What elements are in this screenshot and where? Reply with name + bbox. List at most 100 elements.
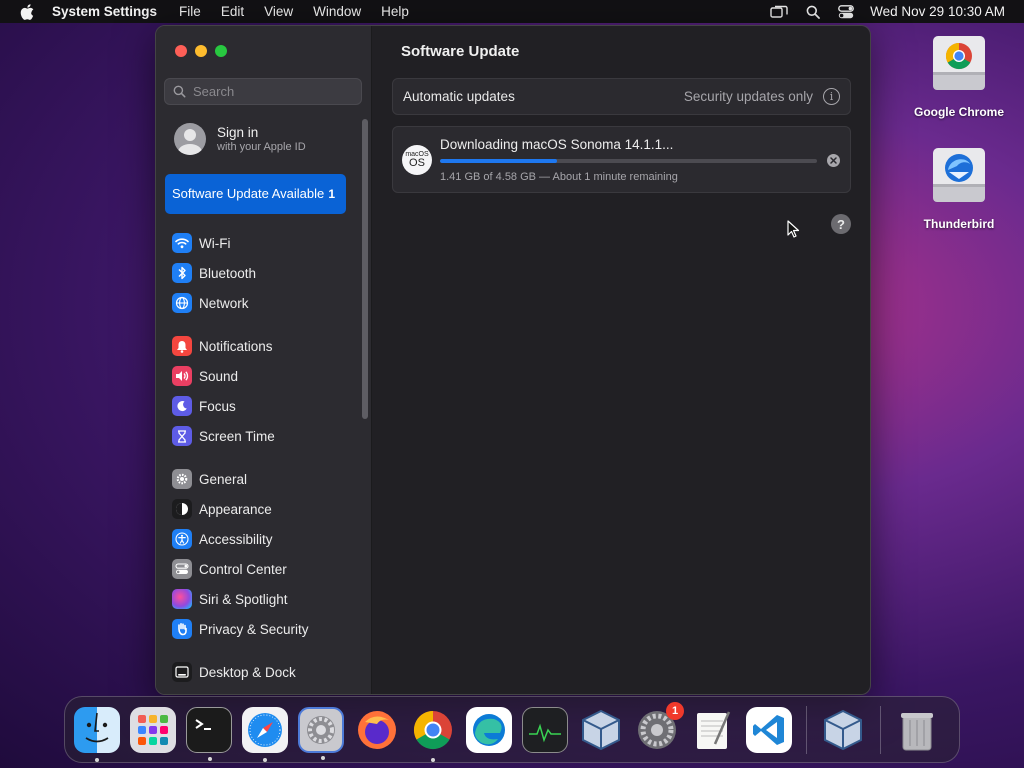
appearance-icon — [172, 499, 192, 519]
running-indicator — [431, 757, 435, 762]
sidebar-item-siri-spotlight[interactable]: Siri & Spotlight — [172, 584, 309, 614]
sidebar-item-wifi[interactable]: Wi-Fi — [172, 228, 256, 258]
spotlight-search-icon[interactable] — [806, 5, 821, 19]
minimize-window-button[interactable] — [195, 45, 207, 57]
apple-logo-icon[interactable] — [20, 3, 34, 20]
sidebar-item-notifications[interactable]: Notifications — [172, 331, 275, 361]
download-title: Downloading macOS Sonoma 14.1.1... — [440, 137, 674, 152]
running-indicator — [95, 757, 99, 762]
menubar-app-name[interactable]: System Settings — [52, 4, 157, 19]
dock-recent-virtualbox[interactable] — [820, 707, 866, 753]
zoom-window-button[interactable] — [215, 45, 227, 57]
dock-launchpad[interactable] — [130, 706, 176, 753]
sidebar-item-label: Privacy & Security — [199, 621, 309, 637]
desktop-icon-google-chrome[interactable]: Google Chrome — [909, 34, 1009, 119]
dock-textedit[interactable] — [690, 707, 736, 753]
desktop-icon-thunderbird[interactable]: Thunderbird — [909, 146, 1009, 231]
sidebar-item-label: Software Update Available — [172, 186, 325, 201]
textedit-icon — [697, 710, 731, 749]
sidebar-item-privacy-security[interactable]: Privacy & Security — [172, 614, 309, 644]
edge-icon — [473, 713, 505, 746]
sidebar-item-label: Focus — [199, 398, 236, 414]
control-center-icon — [172, 559, 192, 579]
window-controls — [175, 45, 227, 57]
dock-separator — [806, 705, 807, 754]
sidebar-scrollbar[interactable] — [362, 119, 368, 419]
sidebar-item-label: Desktop & Dock — [199, 664, 296, 680]
sidebar-search[interactable] — [164, 78, 362, 105]
menu-view[interactable]: View — [264, 4, 293, 19]
dock-edge[interactable] — [466, 706, 512, 753]
vscode-icon — [753, 714, 784, 745]
menu-help[interactable]: Help — [381, 4, 409, 19]
search-input[interactable] — [193, 84, 353, 99]
macos-icon-big-text: OS — [409, 157, 425, 169]
download-progress-bar — [440, 159, 817, 163]
sidebar-item-accessibility[interactable]: Accessibility — [172, 524, 309, 554]
hand-icon — [172, 619, 192, 639]
activity-monitor-icon — [529, 723, 561, 742]
menubar-clock[interactable]: Wed Nov 29 10:30 AM — [870, 4, 1005, 19]
dock-terminal[interactable] — [186, 706, 232, 761]
download-progress-card: macOS OS Downloading macOS Sonoma 14.1.1… — [392, 126, 851, 193]
dock-safari[interactable] — [242, 706, 288, 762]
hourglass-icon — [172, 426, 192, 446]
sidebar-item-screen-time[interactable]: Screen Time — [172, 421, 275, 451]
gear-icon — [172, 469, 192, 489]
dock-finder[interactable] — [74, 706, 120, 762]
dock-system-preferences[interactable]: 1 — [634, 701, 684, 753]
mouse-pointer-icon — [787, 220, 800, 238]
dock-vscode[interactable] — [746, 706, 792, 753]
menu-edit[interactable]: Edit — [221, 4, 244, 19]
sidebar-item-general[interactable]: General — [172, 464, 309, 494]
sidebar-item-label: Siri & Spotlight — [199, 591, 288, 607]
running-indicator — [208, 756, 212, 761]
desktop-icon-label: Google Chrome — [913, 105, 1004, 119]
dock-trash[interactable] — [894, 707, 940, 753]
chrome-drive-icon — [933, 36, 985, 90]
sidebar-item-control-center[interactable]: Control Center — [172, 554, 309, 584]
sidebar-item-bluetooth[interactable]: Bluetooth — [172, 258, 256, 288]
sign-in-title: Sign in — [217, 125, 259, 140]
moon-icon — [172, 396, 192, 416]
apple-id-sign-in[interactable]: Sign in with your Apple ID — [174, 123, 306, 155]
screen-mirroring-icon[interactable] — [770, 5, 788, 19]
dock-firefox[interactable] — [354, 707, 400, 753]
sidebar-item-label: General — [199, 471, 248, 487]
sidebar-item-software-update[interactable]: Software Update Available 1 — [165, 174, 346, 214]
help-button[interactable]: ? — [831, 214, 851, 234]
update-count-badge: 1 — [328, 187, 335, 201]
close-icon — [830, 157, 837, 164]
sidebar-item-sound[interactable]: Sound — [172, 361, 275, 391]
sidebar-item-network[interactable]: Network — [172, 288, 256, 318]
sidebar-item-label: Screen Time — [199, 428, 275, 444]
sidebar-item-focus[interactable]: Focus — [172, 391, 275, 421]
macos-icon: macOS OS — [402, 145, 432, 175]
sidebar-item-label: Notifications — [199, 338, 273, 354]
virtualbox-icon — [824, 709, 862, 750]
sidebar-item-desktop-dock[interactable]: Desktop & Dock — [172, 657, 296, 687]
control-center-icon[interactable] — [838, 4, 855, 19]
bell-icon — [172, 336, 192, 356]
desktop-dock-icon — [172, 662, 192, 682]
dock-activity-monitor[interactable] — [522, 706, 568, 753]
download-status: 1.41 GB of 4.58 GB — About 1 minute rema… — [440, 171, 678, 183]
system-settings-window: Sign in with your Apple ID Software Upda… — [155, 25, 871, 695]
sidebar-item-label: Network — [199, 295, 249, 311]
automatic-updates-value: Security updates only — [683, 89, 813, 104]
close-window-button[interactable] — [175, 45, 187, 57]
menu-bar: System Settings File Edit View Window He… — [0, 0, 1024, 23]
menu-window[interactable]: Window — [313, 4, 361, 19]
cancel-download-button[interactable] — [827, 154, 840, 167]
info-icon[interactable]: i — [823, 88, 840, 105]
running-indicator — [321, 755, 325, 760]
dock-separator — [880, 705, 881, 754]
dock-chrome[interactable] — [410, 707, 456, 762]
dock-system-settings[interactable] — [298, 706, 344, 760]
desktop-icon-label: Thunderbird — [923, 217, 995, 231]
menu-file[interactable]: File — [179, 4, 201, 19]
accessibility-icon — [172, 529, 192, 549]
dock-virtualbox[interactable] — [578, 707, 624, 753]
sidebar-item-label: Control Center — [199, 561, 287, 577]
sidebar-item-appearance[interactable]: Appearance — [172, 494, 309, 524]
